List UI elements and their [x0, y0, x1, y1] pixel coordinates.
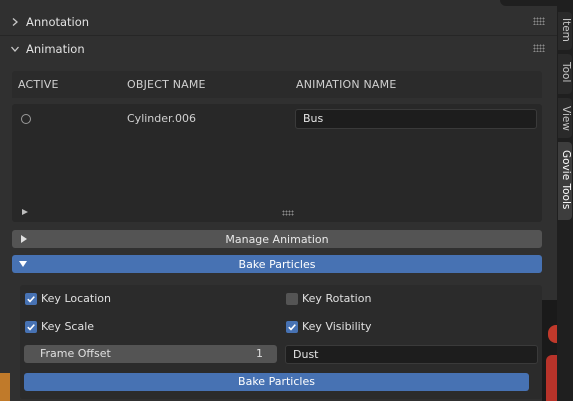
subpanel-bake-particles[interactable]: Bake Particles [12, 255, 542, 273]
subpanel-title-bake-particles: Bake Particles [238, 257, 316, 271]
column-header-active: ACTIVE [18, 78, 59, 91]
panel-title-annotation: Annotation [26, 15, 90, 29]
subpanel-manage-animation[interactable]: Manage Animation [12, 230, 542, 248]
object-name-cell: Cylinder.006 [127, 112, 197, 125]
panel-header-annotation[interactable]: Annotation [0, 9, 557, 35]
key-visibility-checkbox[interactable]: Key Visibility [286, 320, 372, 333]
tab-tool[interactable]: Tool [558, 54, 572, 94]
tab-item[interactable]: Item [558, 12, 572, 50]
tab-label: View [560, 106, 572, 131]
viewport-object [546, 355, 557, 401]
bake-particles-button[interactable]: Bake Particles [24, 373, 529, 391]
column-header-animation-name: ANIMATION NAME [296, 78, 397, 91]
tab-view[interactable]: View [558, 98, 572, 138]
tab-label: Item [560, 18, 572, 42]
list-resize-handle-icon[interactable] [282, 210, 294, 216]
checkbox-checked-icon [25, 292, 37, 305]
bake-particles-content: Key Location Key Rotation Key Scale Key … [20, 285, 542, 399]
viewport-edge [0, 373, 10, 401]
expand-right-icon [21, 235, 27, 243]
key-rotation-checkbox[interactable]: Key Rotation [286, 292, 371, 305]
animation-list: Cylinder.006 Bus [12, 104, 542, 222]
chevron-down-icon [10, 44, 20, 54]
checkbox-unchecked-icon [286, 292, 298, 305]
scrolled-header-strip [0, 0, 557, 8]
column-header-object-name: OBJECT NAME [127, 78, 206, 91]
frame-offset-value: 1 [256, 347, 263, 360]
checkbox-checked-icon [25, 320, 37, 333]
animation-name-field[interactable]: Bus [295, 109, 537, 129]
frame-offset-label: Frame Offset [40, 347, 111, 360]
frame-offset-field[interactable]: Frame Offset 1 [24, 345, 277, 363]
key-location-checkbox[interactable]: Key Location [25, 292, 111, 305]
viewport-object [548, 325, 557, 343]
tab-govie-tools[interactable]: Govie Tools [558, 142, 572, 220]
key-rotation-label: Key Rotation [302, 292, 372, 305]
tab-label: Govie Tools [560, 150, 572, 210]
panel-header-animation[interactable]: Animation [0, 36, 557, 62]
collection-name-field[interactable]: Dust [285, 345, 538, 364]
key-scale-checkbox[interactable]: Key Scale [25, 320, 94, 333]
panel-title-animation: Animation [26, 42, 85, 56]
animation-list-header: ACTIVE OBJECT NAME ANIMATION NAME [12, 71, 542, 98]
header-edge [500, 0, 557, 6]
key-scale-label: Key Scale [41, 320, 95, 333]
key-visibility-label: Key Visibility [302, 320, 372, 333]
drag-handle-icon[interactable] [533, 17, 545, 25]
tab-label: Tool [560, 62, 572, 83]
key-location-label: Key Location [41, 292, 111, 305]
checkbox-checked-icon [286, 320, 298, 333]
list-options-toggle-icon[interactable] [22, 209, 28, 215]
drag-handle-icon[interactable] [533, 44, 545, 52]
sidebar-tab-bar: Item Tool View Govie Tools [557, 0, 573, 401]
active-radio[interactable] [21, 114, 31, 124]
chevron-right-icon [10, 17, 20, 27]
expand-down-icon [19, 261, 27, 267]
subpanel-title-manage-animation: Manage Animation [225, 232, 329, 246]
